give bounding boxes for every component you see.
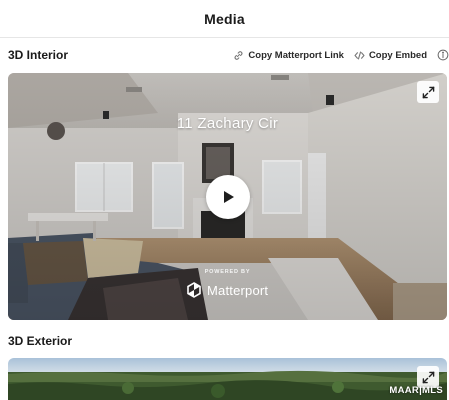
exterior-heading: 3D Exterior <box>8 334 73 348</box>
expand-icon <box>422 86 434 98</box>
play-icon <box>224 191 234 203</box>
expand-icon <box>422 371 434 383</box>
copy-matterport-link-button[interactable]: Copy Matterport Link <box>233 50 344 61</box>
copy-link-label: Copy Matterport Link <box>248 49 344 61</box>
exterior-3d-viewer[interactable]: MAAR|MLS <box>8 358 447 400</box>
copy-embed-button[interactable]: Copy Embed <box>354 50 427 61</box>
matterport-logo: Matterport <box>186 282 268 298</box>
powered-by-label: POWERED BY <box>204 269 251 275</box>
interior-expand-button[interactable] <box>417 81 439 103</box>
exterior-section-header: 3D Exterior <box>8 331 449 351</box>
matterport-logo-icon <box>187 282 201 298</box>
code-icon <box>354 51 365 59</box>
media-header: Media <box>0 0 449 38</box>
interior-heading: 3D Interior <box>8 48 69 62</box>
interior-section-header: 3D Interior Copy Matterport Link Copy Em… <box>8 45 449 65</box>
matterport-brand: Matterport <box>207 282 269 298</box>
interior-actions: Copy Matterport Link Copy Embed <box>233 45 449 65</box>
play-button[interactable] <box>206 175 250 219</box>
info-button[interactable] <box>437 49 449 61</box>
listing-address: 11 Zachary Cir <box>176 115 279 132</box>
copy-embed-label: Copy Embed <box>368 49 427 61</box>
link-icon <box>234 50 243 60</box>
exterior-aerial-image <box>8 358 447 400</box>
interior-3d-viewer[interactable]: 11 Zachary Cir POWERED BY Matterport <box>8 73 447 320</box>
info-icon <box>437 49 449 61</box>
page-title: Media <box>204 10 245 27</box>
mls-watermark: MAAR|MLS <box>389 385 443 396</box>
